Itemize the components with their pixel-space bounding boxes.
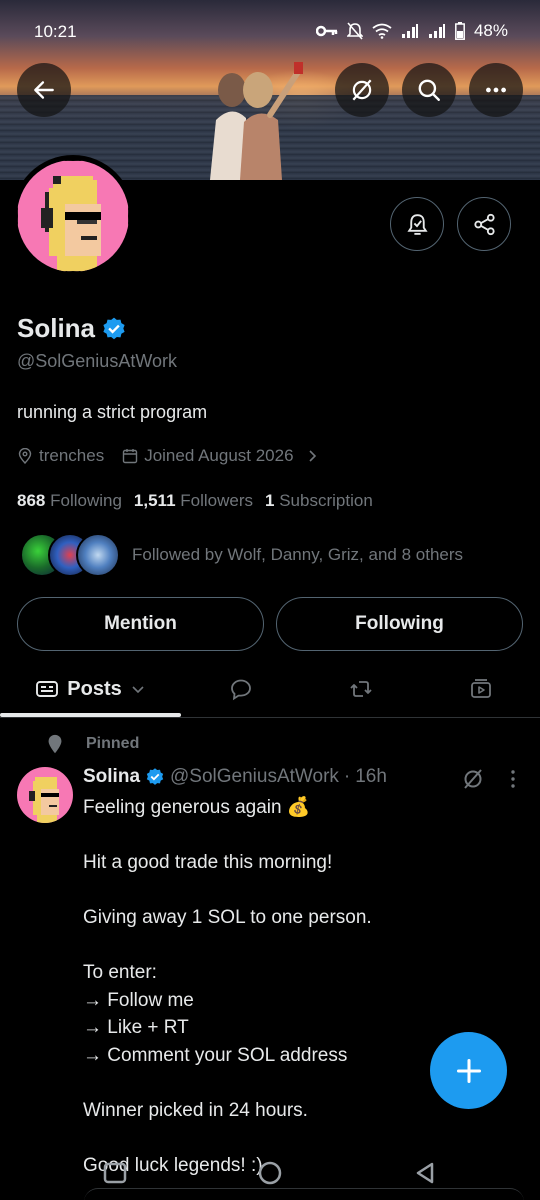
grok-button[interactable]	[335, 63, 389, 117]
following-label: Following	[50, 491, 122, 510]
chevron-right-icon[interactable]	[304, 448, 320, 464]
battery-icon	[455, 22, 465, 40]
followers-label: Followers	[180, 491, 254, 510]
follower-avatar	[76, 533, 120, 577]
followers-count: 1,511	[133, 491, 176, 510]
profile-tabs: Posts	[0, 660, 540, 718]
calendar-icon	[123, 449, 138, 464]
active-tab-indicator	[0, 713, 181, 717]
tab-media[interactable]	[421, 660, 540, 718]
subscription-stat[interactable]: 1 Subscription	[265, 491, 373, 511]
more-button[interactable]	[469, 63, 523, 117]
subscription-count: 1	[265, 491, 275, 510]
profile-name: Solina	[17, 313, 96, 343]
verified-badge-icon[interactable]	[101, 316, 127, 342]
search-button[interactable]	[402, 63, 456, 117]
pixel-art-avatar	[29, 777, 59, 823]
grok-icon	[352, 79, 372, 101]
pin-icon	[48, 734, 62, 754]
repost-icon	[350, 681, 372, 697]
tweet-dot-separator: ·	[343, 766, 351, 787]
profile-joined: Joined August 2026	[144, 446, 294, 465]
profile-meta: trenches Joined August 2026	[17, 446, 320, 466]
tweet-author-handle[interactable]: @SolGeniusAtWork	[170, 766, 339, 788]
bottom-sheet-edge	[84, 1188, 524, 1200]
profile-bio: running a strict program	[17, 402, 208, 422]
more-icon	[486, 87, 506, 93]
profile-stats: 868 Following 1,511 Followers 1 Subscrip…	[17, 491, 373, 511]
mute-icon	[346, 22, 363, 40]
following-count: 868	[17, 491, 46, 510]
back-button[interactable]	[17, 63, 71, 117]
tweet-time[interactable]: 16h	[355, 766, 387, 788]
status-icons: 48%	[315, 21, 508, 41]
mention-button[interactable]: Mention	[17, 597, 264, 651]
back-triangle-icon[interactable]	[410, 1158, 440, 1188]
grok-icon[interactable]	[461, 767, 485, 791]
notifications-button[interactable]	[390, 197, 444, 251]
tweet-more-icon[interactable]	[503, 769, 523, 789]
share-icon	[473, 213, 495, 235]
recent-apps-icon[interactable]	[100, 1158, 130, 1188]
tab-reposts[interactable]	[301, 660, 421, 718]
battery-level: 48%	[473, 21, 508, 40]
search-icon	[418, 79, 440, 101]
profile-name-row: Solina	[17, 313, 127, 344]
home-circle-icon[interactable]	[255, 1158, 285, 1188]
status-bar: 10:21 48%	[0, 0, 540, 60]
chevron-down-icon	[132, 686, 144, 694]
verified-badge-icon	[146, 768, 164, 785]
key-icon	[315, 25, 338, 37]
signal-icon	[401, 24, 418, 38]
followed-by-text: Followed by Wolf, Danny, Griz, and 8 oth…	[132, 545, 464, 564]
compose-post-button[interactable]	[430, 1032, 507, 1109]
profile-handle: @SolGeniusAtWork	[17, 351, 177, 371]
posts-icon	[36, 681, 59, 697]
tab-posts-label: Posts	[67, 677, 122, 700]
plus-icon	[456, 1058, 481, 1083]
share-button[interactable]	[457, 197, 511, 251]
following-button[interactable]: Following	[276, 597, 523, 651]
profile-location: trenches	[39, 446, 105, 465]
signal-icon-2	[428, 24, 445, 38]
followers-stat[interactable]: 1,511 Followers	[134, 491, 253, 511]
subscription-label: Subscription	[279, 491, 373, 510]
tab-replies[interactable]	[181, 660, 301, 718]
following-stat[interactable]: 868 Following	[17, 491, 122, 511]
location-icon	[18, 448, 32, 464]
pixel-art-avatar	[17, 160, 129, 272]
media-icon	[470, 679, 491, 698]
pinned-label: Pinned	[86, 735, 140, 752]
profile-avatar[interactable]	[12, 155, 134, 277]
arrow-left-icon	[34, 81, 54, 99]
bell-check-icon	[406, 213, 428, 235]
pinned-label-row: Pinned	[44, 733, 139, 755]
tab-posts[interactable]: Posts	[0, 660, 181, 718]
tweet-header: Solina @SolGeniusAtWork · 16h	[83, 766, 387, 788]
tweet-text: Feeling generous again 💰 Hit a good trad…	[83, 797, 372, 1176]
wifi-icon	[372, 23, 392, 39]
banner-people-image	[210, 62, 303, 180]
status-time: 10:21	[34, 22, 77, 41]
followed-by-row[interactable]: Followed by Wolf, Danny, Griz, and 8 oth…	[20, 530, 463, 580]
tweet-avatar[interactable]	[17, 767, 73, 823]
tweet-author-name[interactable]: Solina	[83, 766, 140, 788]
reply-icon	[231, 679, 251, 701]
